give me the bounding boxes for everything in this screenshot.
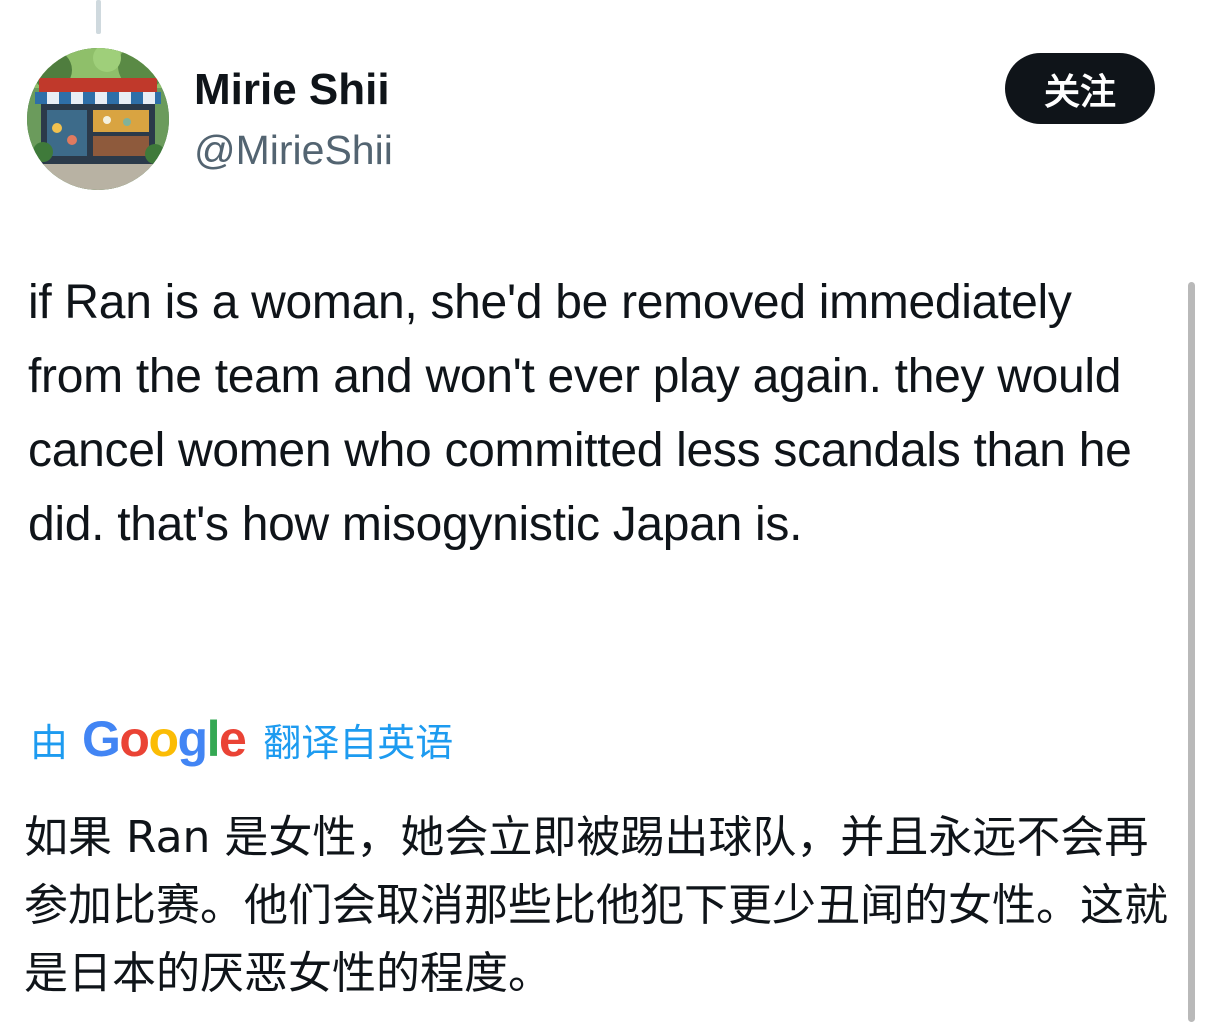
translated-tweet-text: 如果 Ran 是女性，她会立即被踢出球队，并且永远不会再参加比赛。他们会取消那些…	[24, 812, 1168, 999]
translation-prefix: 由	[30, 720, 69, 765]
translation-attribution[interactable]: 由 Google 翻译自英语	[30, 704, 453, 774]
avatar-image-icon	[27, 48, 169, 190]
avatar[interactable]	[27, 48, 169, 190]
google-logo: Google	[82, 711, 247, 767]
translation-source-label: 翻译自英语	[263, 720, 454, 765]
author-display-name[interactable]: Mirie Shii	[194, 62, 390, 118]
follow-button[interactable]: 关注	[1005, 53, 1155, 124]
tweet-text: if Ran is a woman, she'd be removed imme…	[28, 276, 1132, 551]
thread-connector-line	[96, 0, 101, 34]
scrollbar-thumb[interactable]	[1188, 282, 1195, 1022]
author-handle[interactable]: @MirieShii	[194, 122, 393, 178]
